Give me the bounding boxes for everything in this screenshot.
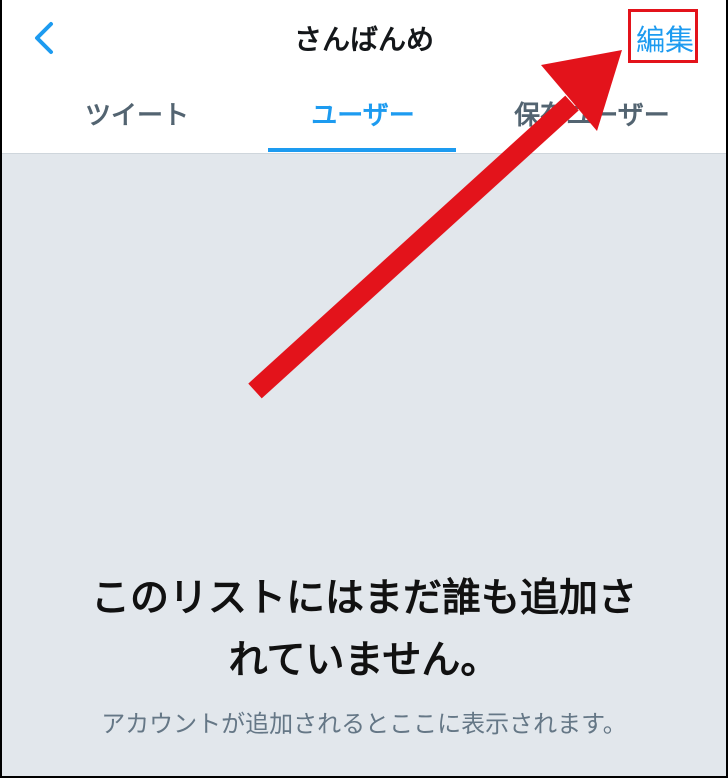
- empty-state-title: このリストにはまだ誰も追加さ れていません。: [2, 568, 726, 692]
- active-tab-indicator: [268, 148, 456, 152]
- header-bar: さんばんめ 編集 ツイート ユーザー 保存ユーザー: [2, 0, 726, 154]
- edit-button[interactable]: 編集: [632, 14, 698, 62]
- empty-state-subtitle: アカウントが追加されるとここに表示されます。: [101, 710, 627, 738]
- tab-saved-users[interactable]: 保存ユーザー: [477, 95, 707, 135]
- tab-tweets[interactable]: ツイート: [22, 95, 252, 135]
- chevron-left-icon: [35, 22, 53, 54]
- back-button[interactable]: [24, 16, 64, 60]
- tab-users[interactable]: ユーザー: [248, 95, 478, 135]
- page-title: さんばんめ: [293, 23, 434, 56]
- empty-state-title-line-1: このリストにはまだ誰も追加さ: [90, 576, 637, 621]
- empty-state-title-line-2: れていません。: [228, 638, 500, 683]
- app-screen: さんばんめ 編集 ツイート ユーザー 保存ユーザー このリストにはまだ誰も追加さ…: [2, 0, 726, 776]
